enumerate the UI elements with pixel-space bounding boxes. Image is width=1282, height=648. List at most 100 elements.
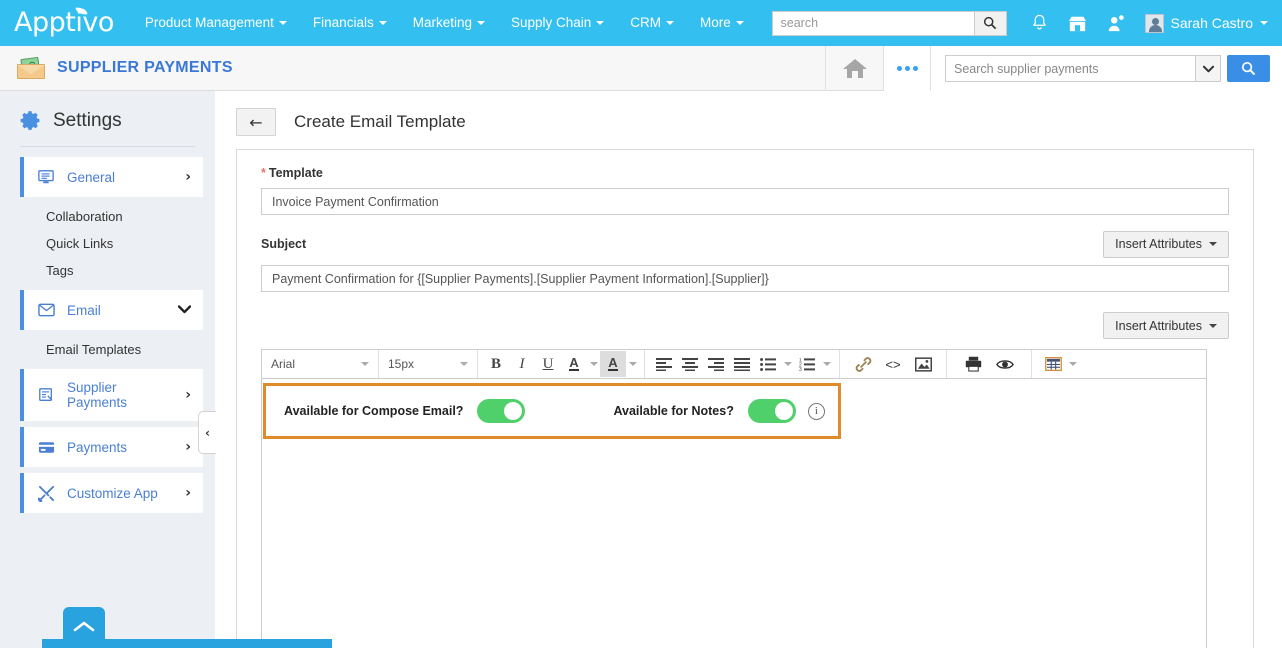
more-options-button[interactable] <box>883 46 931 91</box>
sidebar-item-label: General <box>67 169 116 185</box>
insert-attributes-body-button[interactable]: Insert Attributes <box>1103 312 1229 339</box>
sidebar-subitem-collaboration[interactable]: Collaboration <box>0 203 215 230</box>
link-icon <box>855 356 871 372</box>
numbered-list-icon: 1 2 3 <box>799 358 815 371</box>
app-search-button[interactable] <box>1227 55 1270 82</box>
numbered-list-button[interactable]: 1 2 3 <box>794 351 820 377</box>
nav-item-financials[interactable]: Financials <box>300 0 400 46</box>
sidebar-subitem-tags[interactable]: Tags <box>0 257 215 284</box>
table-group <box>1032 350 1087 378</box>
insert-code-button[interactable]: <> <box>878 351 908 377</box>
preview-button[interactable] <box>989 351 1021 377</box>
settings-sidebar: Settings General › Collaboration Quick L… <box>0 91 332 648</box>
align-center-button[interactable] <box>677 351 703 377</box>
bullet-list-button[interactable] <box>755 351 781 377</box>
add-user-button[interactable] <box>1097 0 1135 46</box>
chevron-down-icon <box>476 21 485 25</box>
highlight-color-button[interactable]: A <box>600 351 626 377</box>
nav-item-product-management[interactable]: Product Management <box>132 0 300 46</box>
bold-button[interactable]: B <box>483 351 509 377</box>
search-icon <box>983 16 997 30</box>
font-color-icon: A <box>569 355 579 371</box>
sidebar-subitem-email-templates[interactable]: Email Templates <box>0 336 215 363</box>
underline-button[interactable]: U <box>535 351 561 377</box>
numbered-list-dropdown[interactable] <box>820 351 833 377</box>
sidebar-item-customize-app[interactable]: Customize App › <box>20 473 203 513</box>
sidebar-subitem-quick-links[interactable]: Quick Links <box>0 230 215 257</box>
notes-toggle-group: Available for Notes? i <box>613 399 825 423</box>
monitor-icon <box>36 169 56 185</box>
insert-table-button[interactable] <box>1040 351 1066 377</box>
nav-label: Supply Chain <box>510 15 592 30</box>
global-search-input[interactable] <box>771 10 974 36</box>
font-size-select[interactable]: 15px <box>382 353 474 375</box>
compose-email-toggle[interactable] <box>477 399 526 423</box>
font-color-dropdown[interactable] <box>587 351 600 377</box>
subject-label: Subject <box>261 237 307 251</box>
info-icon[interactable]: i <box>807 402 825 420</box>
nav-label: More <box>700 15 731 30</box>
nav-item-crm[interactable]: CRM <box>617 0 687 46</box>
user-name: Sarah Castro <box>1170 15 1253 31</box>
sidebar-item-payments[interactable]: Payments › <box>20 427 203 467</box>
sidebar-item-label: Customize App <box>67 485 158 501</box>
back-arrow-icon: ← <box>249 112 263 132</box>
sidebar-item-label: Supplier Payments <box>67 380 128 410</box>
template-label: * Template <box>261 166 1229 180</box>
chevron-down-icon <box>628 362 637 366</box>
insert-link-button[interactable] <box>848 351 878 377</box>
apptivo-logo[interactable]: Apptivo <box>0 0 132 46</box>
highlight-color-icon: A <box>608 355 618 371</box>
app-search-input[interactable] <box>945 55 1195 82</box>
align-left-button[interactable] <box>651 351 677 377</box>
sidebar-collapse-handle[interactable]: ‹ <box>198 411 216 454</box>
notes-toggle[interactable] <box>747 399 796 423</box>
sidebar-item-label: Email <box>67 302 101 318</box>
subject-input[interactable] <box>261 265 1229 292</box>
tools-icon <box>36 485 56 502</box>
insert-attributes-subject-button[interactable]: Insert Attributes <box>1103 230 1229 258</box>
chevron-down-icon <box>1068 362 1077 366</box>
notes-label: Available for Notes? <box>613 404 734 418</box>
font-family-select[interactable]: Arial <box>265 353 375 375</box>
highlight-color-dropdown[interactable] <box>626 351 639 377</box>
print-button[interactable] <box>957 351 989 377</box>
scroll-to-top-button[interactable] <box>63 607 105 645</box>
table-dropdown[interactable] <box>1066 351 1079 377</box>
compose-email-toggle-group: Available for Compose Email? <box>284 399 526 423</box>
home-button[interactable] <box>825 46 883 91</box>
page-body: Settings General › Collaboration Quick L… <box>0 91 1282 648</box>
font-size-value: 15px <box>388 357 415 371</box>
bullet-list-dropdown[interactable] <box>781 351 794 377</box>
nav-item-more[interactable]: More <box>687 0 757 46</box>
marketplace-button[interactable] <box>1059 0 1097 46</box>
chevron-down-icon <box>596 21 605 25</box>
chevron-left-icon: ‹ <box>205 425 210 440</box>
nav-item-supply-chain[interactable]: Supply Chain <box>498 0 617 46</box>
user-menu[interactable]: Sarah Castro <box>1135 13 1274 33</box>
sidebar-item-supplier-payments[interactable]: Supplier Payments › <box>20 369 203 421</box>
chevron-down-icon <box>1209 323 1217 328</box>
back-button[interactable]: ← <box>236 108 276 136</box>
toggle-knob <box>774 402 793 420</box>
align-right-button[interactable] <box>703 351 729 377</box>
chevron-down-icon <box>1209 242 1217 246</box>
global-search-button[interactable] <box>973 10 1007 36</box>
notifications-button[interactable] <box>1021 0 1059 46</box>
template-name-input[interactable] <box>261 188 1229 215</box>
insert-image-button[interactable] <box>908 351 938 377</box>
chevron-up-icon <box>73 621 95 631</box>
insert-attributes-label: Insert Attributes <box>1115 318 1202 333</box>
nav-item-marketing[interactable]: Marketing <box>400 0 498 46</box>
chevron-down-icon <box>783 362 792 366</box>
align-justify-button[interactable] <box>729 351 755 377</box>
italic-button[interactable]: I <box>509 351 535 377</box>
font-color-button[interactable]: A <box>561 351 587 377</box>
chevron-down-icon <box>460 362 468 366</box>
compose-email-label: Available for Compose Email? <box>284 404 464 418</box>
app-bar-right-cluster <box>825 46 1282 91</box>
app-search-dropdown-button[interactable] <box>1195 55 1221 82</box>
svg-text:3: 3 <box>799 367 802 371</box>
sidebar-item-email[interactable]: Email <box>20 290 203 330</box>
sidebar-item-general[interactable]: General › <box>20 157 203 197</box>
